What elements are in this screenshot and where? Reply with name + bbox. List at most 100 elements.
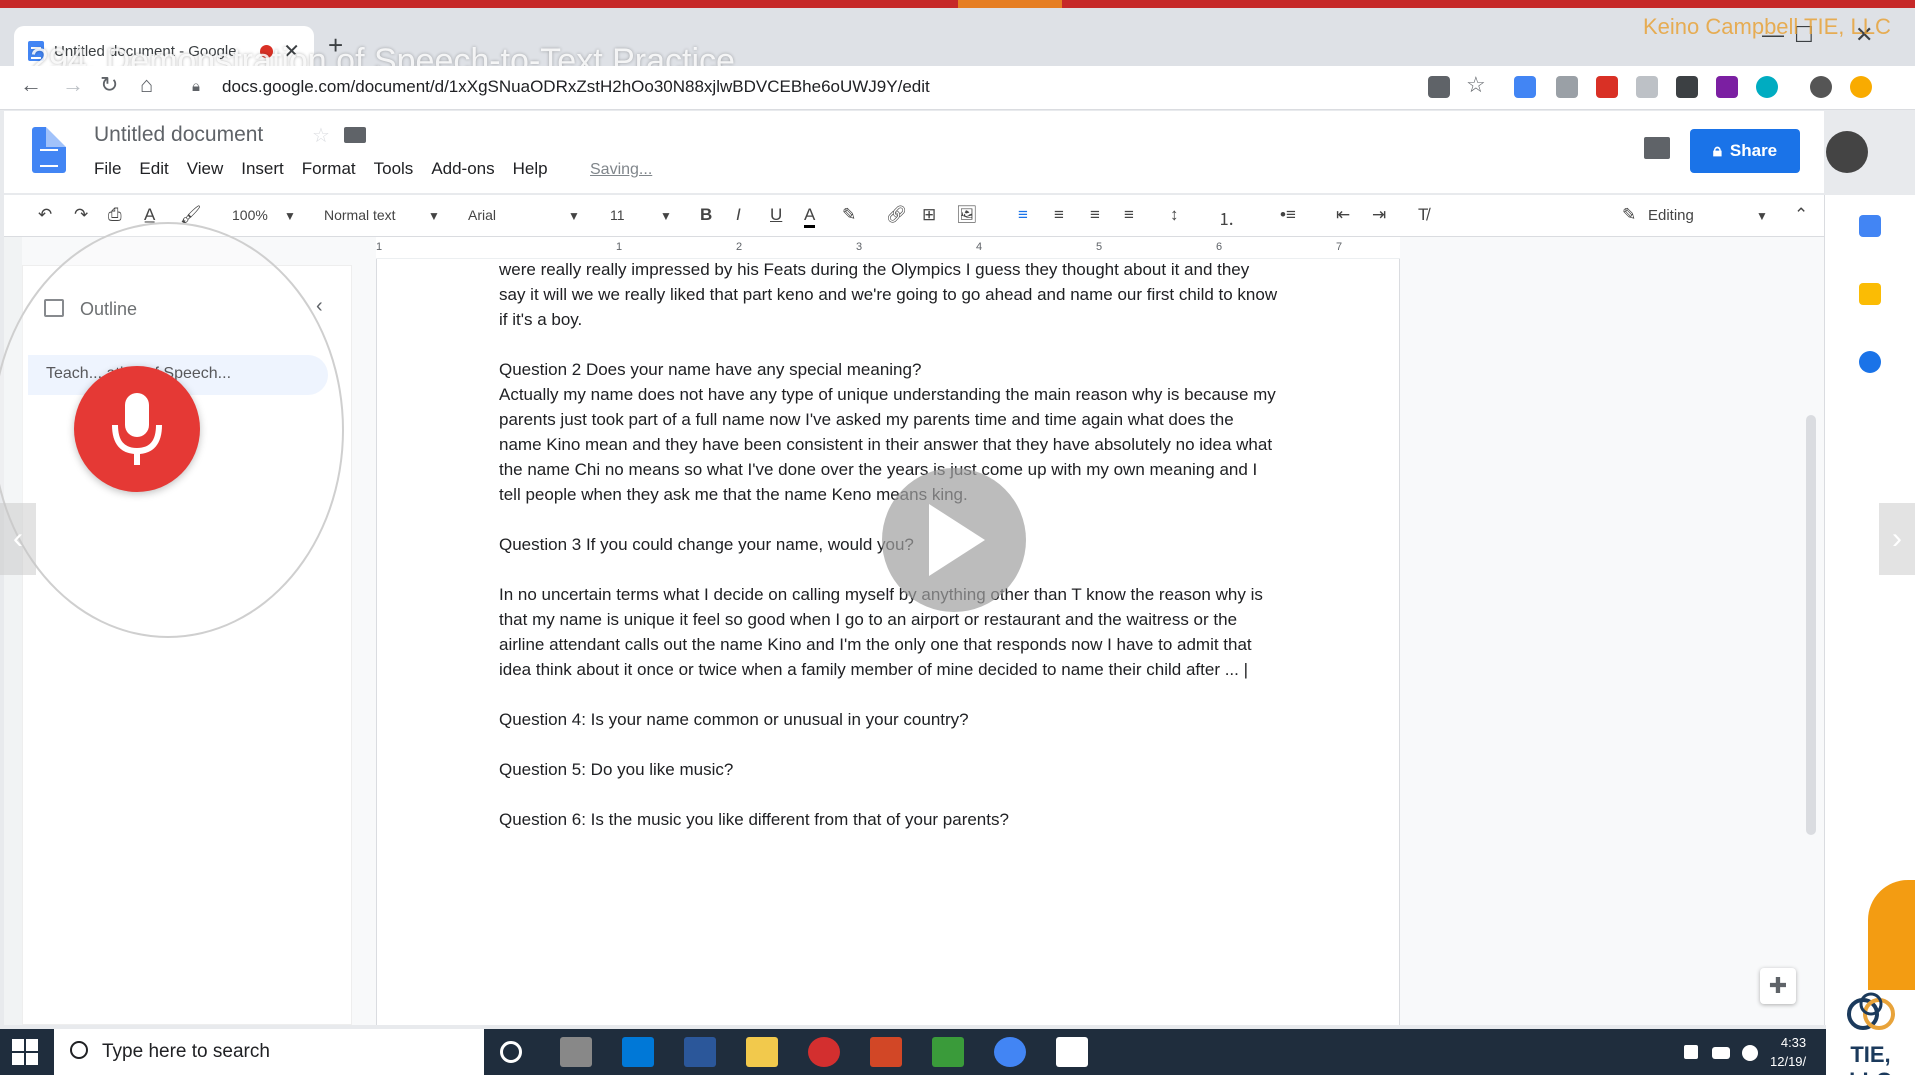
close-outline-icon[interactable]: ‹ — [316, 295, 323, 318]
link-icon[interactable]: 🔗︎ — [886, 205, 908, 225]
underline-icon[interactable]: U — [770, 205, 782, 225]
undo-icon[interactable]: ↶ — [38, 205, 52, 225]
ruler-number: 2 — [736, 241, 743, 253]
search-icon — [70, 1041, 88, 1059]
numbered-list-icon[interactable]: ⒈ — [1218, 205, 1235, 230]
powerpoint-icon[interactable] — [870, 1037, 902, 1067]
folder-icon[interactable] — [344, 127, 366, 143]
align-right-icon[interactable]: ≡ — [1090, 205, 1100, 225]
question-heading: Question 4: Is your name common or unusu… — [499, 710, 969, 729]
camera-icon[interactable] — [1428, 76, 1450, 98]
menu-edit[interactable]: Edit — [139, 159, 168, 179]
voice-typing-mic-button[interactable] — [74, 366, 200, 492]
font-size-select[interactable]: 11 — [610, 207, 625, 223]
ruler-number: 6 — [1216, 241, 1223, 253]
document-page[interactable]: were really really impressed by his Feat… — [376, 237, 1400, 1025]
avatar[interactable] — [1826, 131, 1868, 173]
menu-help[interactable]: Help — [513, 159, 548, 179]
chevron-down-icon[interactable]: ▼ — [568, 209, 580, 223]
bold-icon[interactable]: B — [700, 205, 712, 225]
update-alert-icon[interactable] — [1850, 76, 1872, 98]
tie-logo-emblem-icon — [1846, 992, 1895, 1030]
url-text[interactable]: docs.google.com/document/d/1xXgSNuaODRxZ… — [222, 77, 930, 97]
highlight-icon[interactable]: ✎ — [842, 205, 856, 225]
file-explorer-icon[interactable] — [746, 1037, 778, 1067]
video-progress-bar[interactable] — [0, 0, 1915, 8]
insert-image-icon[interactable]: 🖼︎ — [956, 205, 978, 225]
battery-icon[interactable] — [1712, 1047, 1730, 1059]
extension-dark-icon[interactable] — [1676, 76, 1698, 98]
bulleted-list-icon[interactable]: •≡ — [1280, 205, 1296, 225]
forward-icon[interactable]: → — [62, 72, 84, 98]
redo-icon[interactable]: ↷ — [74, 205, 88, 225]
menu-tools[interactable]: Tools — [374, 159, 414, 179]
tasks-icon[interactable] — [1859, 351, 1881, 373]
wifi-icon[interactable] — [1742, 1045, 1758, 1061]
extension-red-icon[interactable] — [1596, 76, 1618, 98]
windows-taskbar: Type here to search 4:33 12/19/ — [0, 1029, 1915, 1075]
pen-extension-icon[interactable] — [1716, 76, 1738, 98]
taskbar-clock[interactable]: 4:33 12/19/ — [1770, 1033, 1806, 1071]
document-title[interactable]: Untitled document — [94, 123, 263, 147]
align-left-icon[interactable]: ≡ — [1018, 205, 1028, 225]
menu-file[interactable]: File — [94, 159, 121, 179]
align-center-icon[interactable]: ≡ — [1054, 205, 1064, 225]
docs-toolbar: ↶ ↷ ⎙ A̲ 🖌︎ 100% ▼ Normal text ▼ Arial ▼… — [4, 195, 1824, 237]
text-color-icon[interactable]: A — [804, 205, 816, 228]
chrome-icon[interactable] — [994, 1037, 1026, 1067]
extension-grey-icon[interactable] — [1636, 76, 1658, 98]
justify-icon[interactable]: ≡ — [1124, 205, 1134, 225]
editing-mode-select[interactable]: Editing — [1648, 207, 1694, 224]
extension-icon[interactable] — [1556, 76, 1578, 98]
profile-avatar-icon[interactable] — [1810, 76, 1832, 98]
scrollbar[interactable] — [1806, 415, 1816, 835]
task-view-icon[interactable] — [560, 1037, 592, 1067]
taskbar-search-input[interactable]: Type here to search — [54, 1029, 484, 1075]
italic-icon[interactable]: I — [736, 205, 741, 225]
explore-button[interactable]: ✚ — [1760, 968, 1796, 1004]
decrease-indent-icon[interactable]: ⇤ — [1336, 205, 1350, 225]
font-select[interactable]: Arial — [468, 207, 496, 223]
keep-icon[interactable] — [1859, 283, 1881, 305]
next-slide-arrow-icon[interactable]: › — [1879, 503, 1915, 575]
comment-history-icon[interactable] — [1644, 137, 1670, 159]
chevron-down-icon[interactable]: ▼ — [1756, 209, 1768, 223]
menu-addons[interactable]: Add-ons — [431, 159, 494, 179]
edge-icon[interactable] — [622, 1037, 654, 1067]
docs-logo-icon[interactable] — [32, 127, 66, 173]
line-spacing-icon[interactable]: ↕ — [1170, 205, 1179, 225]
camtasia-recorder-icon[interactable] — [1056, 1037, 1088, 1067]
increase-indent-icon[interactable]: ⇥ — [1372, 205, 1386, 225]
chevron-down-icon[interactable]: ▼ — [660, 209, 672, 223]
extension-teal-icon[interactable] — [1756, 76, 1778, 98]
menu-format[interactable]: Format — [302, 159, 356, 179]
cortana-icon[interactable] — [500, 1041, 522, 1063]
add-comment-icon[interactable]: ⊞ — [922, 205, 936, 225]
menu-view[interactable]: View — [187, 159, 224, 179]
opera-icon[interactable] — [808, 1037, 840, 1067]
camtasia-icon[interactable] — [932, 1037, 964, 1067]
back-icon[interactable]: ← — [20, 72, 42, 98]
style-select[interactable]: Normal text — [324, 207, 396, 223]
clear-formatting-icon[interactable]: T̸ — [1418, 205, 1428, 225]
menu-insert[interactable]: Insert — [241, 159, 284, 179]
star-icon[interactable]: ☆ — [312, 123, 330, 148]
video-watermark: Keino Campbell TIE, LLC — [1643, 14, 1891, 39]
lock-icon: 🔒︎ — [192, 78, 200, 95]
tray-chevron-icon[interactable] — [1684, 1045, 1698, 1059]
home-icon[interactable]: ⌂ — [140, 72, 153, 98]
reload-icon[interactable]: ↻ — [100, 72, 118, 98]
collapse-toolbar-icon[interactable]: ⌃ — [1794, 205, 1808, 225]
chevron-down-icon[interactable]: ▼ — [284, 209, 296, 223]
calendar-icon[interactable] — [1859, 215, 1881, 237]
chevron-down-icon[interactable]: ▼ — [428, 209, 440, 223]
video-play-button[interactable] — [882, 468, 1026, 612]
zoom-select[interactable]: 100% — [232, 207, 268, 223]
prev-slide-arrow-icon[interactable]: ‹ — [0, 503, 36, 575]
share-button[interactable]: 🔒︎ Share — [1690, 129, 1800, 173]
print-icon[interactable]: ⎙ — [108, 205, 122, 225]
word-icon[interactable] — [684, 1037, 716, 1067]
translate-extension-icon[interactable] — [1514, 76, 1536, 98]
windows-start-icon[interactable] — [12, 1039, 38, 1065]
bookmark-star-icon[interactable]: ☆ — [1466, 72, 1486, 98]
